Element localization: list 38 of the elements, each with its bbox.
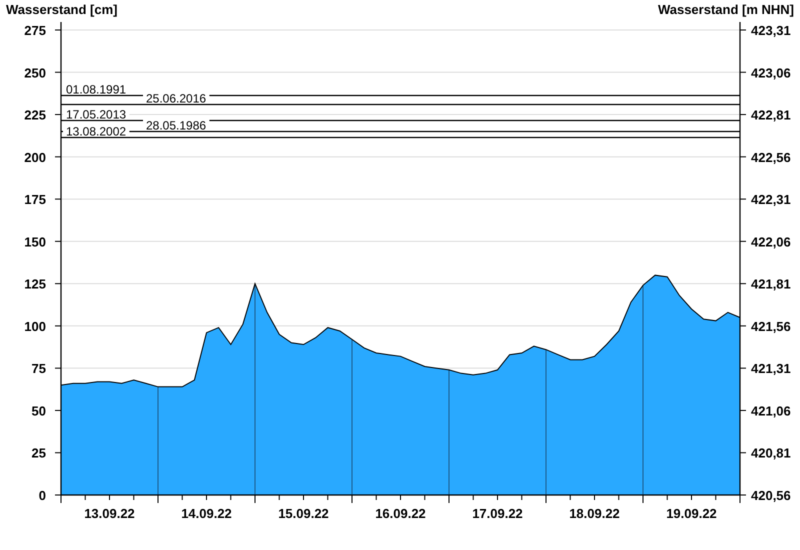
reference-label: 13.08.2002 bbox=[66, 124, 126, 138]
tick-label: 150 bbox=[24, 234, 46, 250]
tick-label: 17.09.22 bbox=[472, 506, 523, 521]
tick-label: 422,31 bbox=[751, 192, 791, 208]
tick-label: 200 bbox=[24, 150, 46, 165]
tick-label: 422,81 bbox=[751, 108, 791, 123]
tick-label: 423,06 bbox=[751, 65, 791, 80]
tick-label: 421,31 bbox=[751, 361, 791, 376]
tick-label: 18.09.22 bbox=[569, 506, 620, 521]
tick-label: 15.09.22 bbox=[278, 506, 329, 521]
tick-label: 125 bbox=[24, 276, 46, 292]
tick-label: 13.09.22 bbox=[84, 506, 135, 521]
tick-label: 75 bbox=[32, 361, 46, 376]
reference-label: 25.06.2016 bbox=[146, 92, 206, 106]
tick-label: 25 bbox=[32, 446, 46, 461]
tick-label: 175 bbox=[24, 192, 46, 208]
reference-label: 01.08.1991 bbox=[66, 82, 126, 96]
tick-label: 423,31 bbox=[751, 23, 791, 38]
tick-label: 420,56 bbox=[751, 488, 791, 503]
tick-label: 420,81 bbox=[751, 446, 791, 461]
axis-title: Wasserstand [cm] bbox=[6, 2, 118, 17]
tick-label: 422,06 bbox=[751, 234, 791, 250]
tick-label: 275 bbox=[24, 23, 46, 38]
tick-label: 422,56 bbox=[751, 150, 791, 165]
tick-label: 421,06 bbox=[751, 403, 791, 418]
reference-label: 17.05.2013 bbox=[66, 108, 126, 122]
tick-label: 250 bbox=[24, 65, 46, 80]
tick-label: 0 bbox=[38, 488, 46, 503]
tick-label: 100 bbox=[24, 318, 46, 334]
tick-label: 421,81 bbox=[751, 276, 791, 292]
tick-label: 225 bbox=[24, 108, 46, 123]
axis-title: Wasserstand [m NHN] bbox=[658, 2, 794, 17]
tick-label: 421,56 bbox=[751, 318, 791, 334]
reference-label: 28.05.1986 bbox=[146, 118, 206, 132]
tick-label: 19.09.22 bbox=[666, 506, 717, 521]
tick-label: 16.09.22 bbox=[375, 506, 426, 521]
tick-label: 50 bbox=[32, 403, 46, 418]
tick-label: 14.09.22 bbox=[181, 506, 232, 521]
